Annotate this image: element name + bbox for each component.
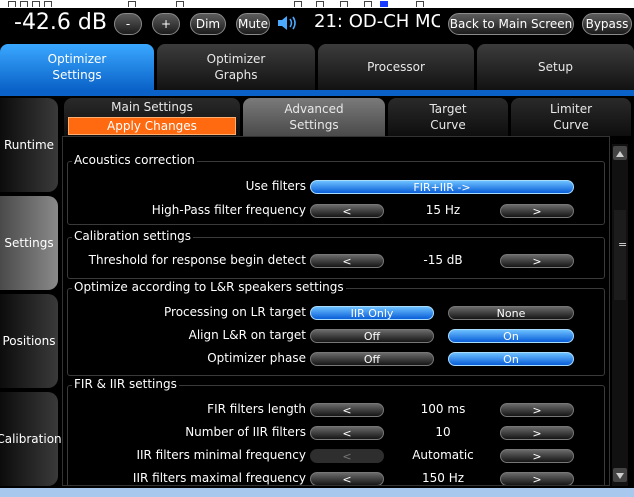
top-strip [0, 0, 634, 8]
scrollbar-grip-label: = [618, 238, 628, 251]
preset-name[interactable]: 21: OD-CH MC [314, 11, 440, 32]
sidebar-item-positions[interactable]: Positions [0, 294, 58, 388]
strip-tick [316, 1, 324, 7]
fir-length-decrease-button[interactable]: < [310, 403, 384, 417]
settings-panel: Acoustics correction Use filters FIR+IIR… [62, 136, 610, 486]
threshold-label: Threshold for response begin detect [88, 253, 306, 267]
fir-length-increase-button[interactable]: > [500, 403, 574, 417]
tab-line: Setup [538, 60, 573, 74]
sidebar-item-settings[interactable]: Settings [0, 196, 58, 290]
apply-changes-button[interactable]: Apply Changes [68, 117, 236, 135]
tab-optimizer-settings[interactable]: Optimizer Settings [0, 44, 154, 90]
phase-label: Optimizer phase [207, 351, 306, 365]
subtab-target-curve[interactable]: Target Curve [388, 98, 508, 136]
strip-tick [364, 1, 372, 7]
bottom-bar [0, 488, 634, 497]
volume-up-button[interactable]: + [152, 13, 180, 35]
bypass-button[interactable]: Bypass [582, 13, 632, 35]
align-off-button[interactable]: Off [310, 329, 434, 343]
tab-line: Optimizer [206, 52, 266, 66]
iir-min-label: IIR filters minimal frequency [136, 448, 306, 462]
iir-max-value: 150 Hz [421, 471, 465, 485]
fir-length-label: FIR filters length [207, 402, 306, 416]
threshold-value: -15 dB [423, 253, 463, 267]
strip-tick [32, 1, 40, 7]
iir-max-decrease-button[interactable]: < [310, 472, 384, 485]
strip-tick [20, 1, 28, 7]
iir-min-value: Automatic [412, 448, 474, 462]
use-filters-label: Use filters [245, 179, 306, 193]
scrollbar-thumb[interactable] [614, 210, 626, 300]
subtab-label: Advanced [284, 102, 344, 116]
iir-max-increase-button[interactable]: > [500, 472, 574, 485]
iir-count-label: Number of IIR filters [185, 425, 306, 439]
mute-button[interactable]: Mute [236, 13, 270, 35]
tab-optimizer-graphs[interactable]: Optimizer Graphs [157, 44, 315, 90]
processing-none-button[interactable]: None [448, 306, 574, 320]
subtab-label: Curve [553, 118, 589, 132]
phase-on-button[interactable]: On [448, 352, 574, 366]
subtab-main-settings[interactable]: Main Settings Apply Changes [64, 98, 240, 136]
subtab-advanced-settings[interactable]: Advanced Settings [243, 98, 385, 136]
tab-line: Graphs [214, 68, 258, 82]
scrollbar-track[interactable] [612, 144, 628, 486]
group-calibration-settings: Calibration settings Threshold for respo… [67, 229, 605, 279]
threshold-increase-button[interactable]: > [500, 254, 574, 268]
tab-line: Processor [367, 60, 425, 74]
tab-setup[interactable]: Setup [477, 44, 634, 90]
group-title: FIR & IIR settings [72, 377, 179, 391]
subtab-label: Curve [430, 118, 466, 132]
group-fir-iir: FIR & IIR settings FIR filters length < … [67, 377, 605, 485]
strip-tick [416, 1, 424, 7]
strip-tick [176, 1, 184, 7]
strip-tick [380, 1, 388, 7]
fir-length-value: 100 ms [420, 402, 466, 416]
tab-processor[interactable]: Processor [318, 44, 474, 90]
iir-min-decrease-button[interactable]: < [310, 449, 384, 463]
tab-underline [0, 90, 634, 96]
sidebar-item-runtime[interactable]: Runtime [0, 98, 58, 192]
group-acoustics-correction: Acoustics correction Use filters FIR+IIR… [67, 153, 605, 225]
dim-button[interactable]: Dim [190, 13, 226, 35]
align-on-button[interactable]: On [448, 329, 574, 343]
hp-filter-label: High-Pass filter frequency [151, 203, 306, 217]
iir-min-increase-button[interactable]: > [500, 449, 574, 463]
tab-line: Optimizer [47, 52, 107, 66]
subtab-limiter-curve[interactable]: Limiter Curve [511, 98, 631, 136]
subtab-label: Main Settings [111, 100, 193, 114]
group-title: Acoustics correction [72, 153, 197, 167]
speaker-icon[interactable] [276, 14, 300, 32]
iir-count-value: 10 [435, 425, 451, 439]
hp-filter-value: 15 Hz [425, 203, 461, 217]
group-optimize-lr: Optimize according to L&R speakers setti… [67, 280, 605, 376]
subtab-label: Settings [289, 118, 339, 132]
iir-count-increase-button[interactable]: > [500, 426, 574, 440]
strip-tick [340, 1, 348, 7]
sidebar-item-calibration[interactable]: Calibration [0, 392, 62, 486]
strip-tick [8, 1, 16, 7]
hp-decrease-button[interactable]: < [310, 204, 384, 218]
strip-tick [44, 1, 52, 7]
iir-max-label: IIR filters maximal frequency [132, 471, 306, 485]
phase-off-button[interactable]: Off [310, 352, 434, 366]
group-title: Optimize according to L&R speakers setti… [72, 280, 346, 294]
scroll-up-arrow-icon[interactable] [613, 146, 627, 160]
volume-down-button[interactable]: - [114, 13, 142, 35]
back-to-main-button[interactable]: Back to Main Screen [448, 13, 574, 35]
processing-label: Processing on LR target [164, 305, 306, 319]
use-filters-select[interactable]: FIR+IIR -> [310, 180, 574, 194]
tab-line: Settings [52, 68, 102, 82]
processing-iir-only-button[interactable]: IIR Only [310, 306, 434, 320]
scroll-down-arrow-icon[interactable] [613, 468, 627, 482]
strip-tick [128, 1, 136, 7]
subtab-label: Limiter [549, 102, 593, 116]
group-title: Calibration settings [72, 229, 193, 243]
strip-tick [294, 1, 302, 7]
hp-increase-button[interactable]: > [500, 204, 574, 218]
gain-readout: -42.6 dB [14, 10, 107, 35]
threshold-decrease-button[interactable]: < [310, 254, 384, 268]
align-label: Align L&R on target [188, 328, 306, 342]
subtab-label: Target [429, 102, 467, 116]
iir-count-decrease-button[interactable]: < [310, 426, 384, 440]
